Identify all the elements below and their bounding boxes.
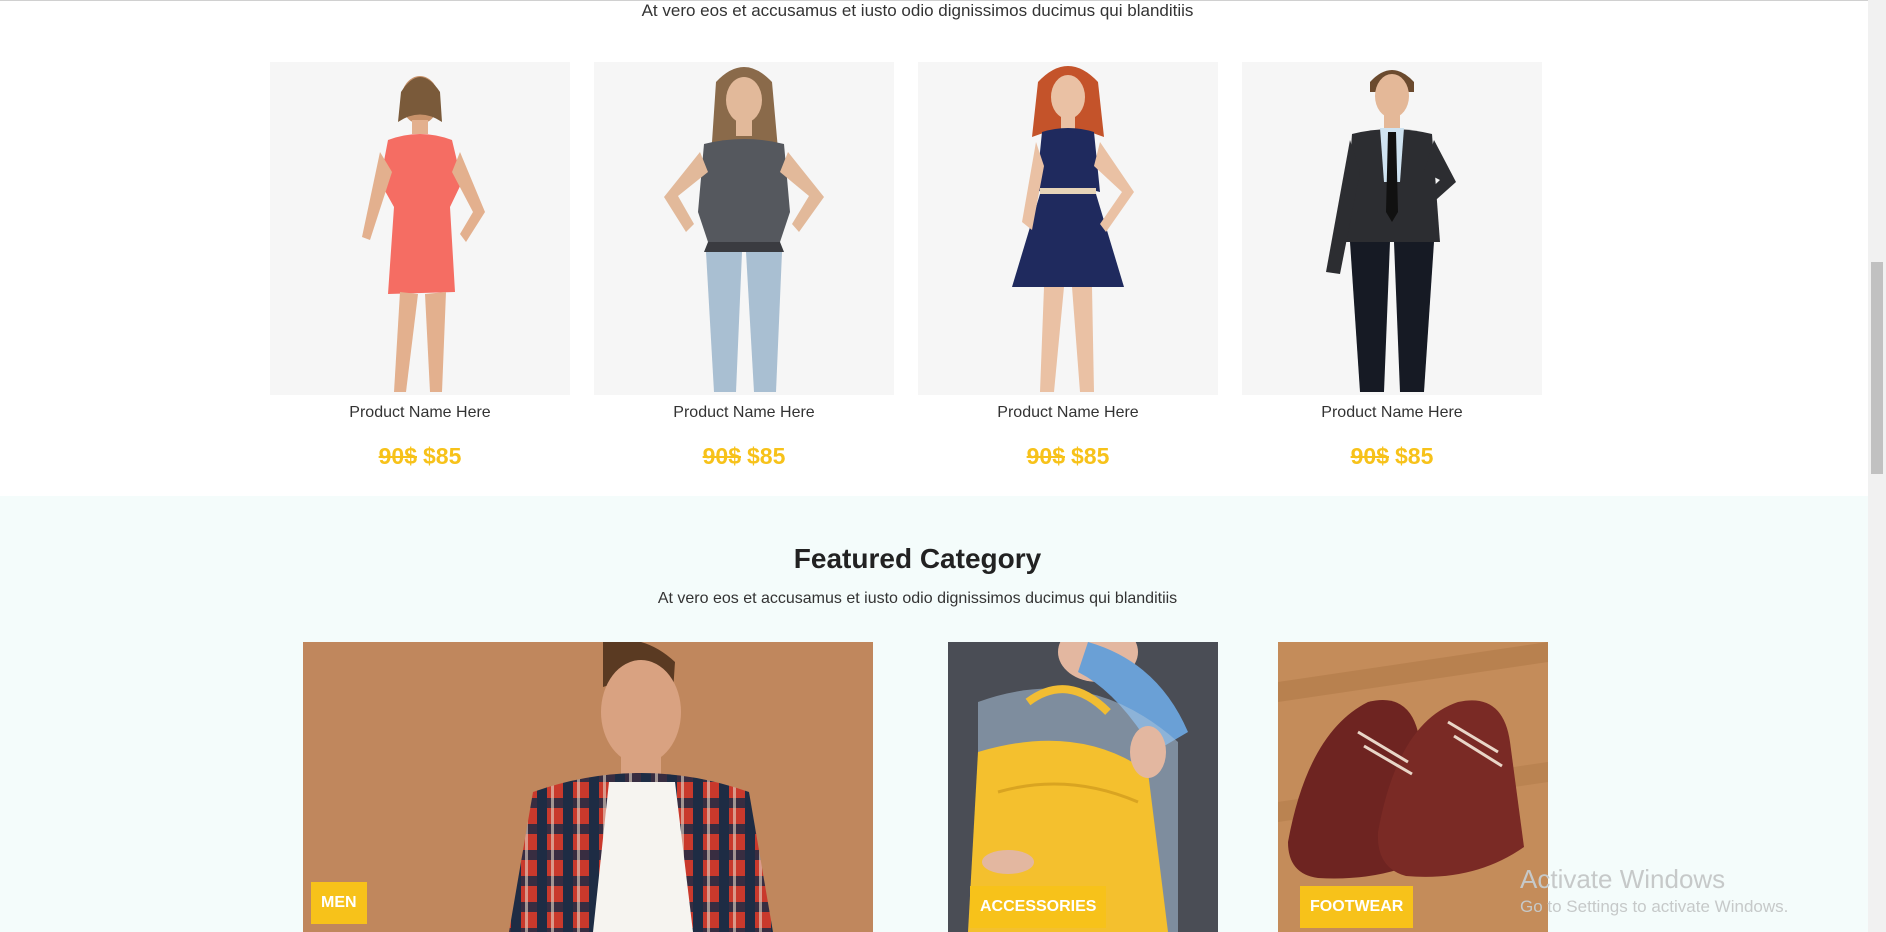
category-card-men[interactable]: MEN (303, 642, 873, 932)
product-price: 90$ $85 (1242, 442, 1542, 470)
category-label[interactable]: FOOTWEAR (1300, 886, 1414, 928)
category-label[interactable]: MEN (311, 882, 367, 924)
old-price: 90$ (1026, 443, 1065, 469)
product-card[interactable]: Product Name Here 90$ $85 (918, 62, 1218, 470)
product-card[interactable]: Product Name Here 90$ $85 (270, 62, 570, 470)
product-card[interactable]: Product Name Here 90$ $85 (1242, 62, 1542, 470)
product-price: 90$ $85 (918, 442, 1218, 470)
woman-navy-dress-image (1012, 66, 1134, 392)
product-image[interactable] (918, 62, 1218, 395)
product-image[interactable] (594, 62, 894, 395)
page-scrollbar[interactable] (1868, 0, 1886, 932)
old-price: 90$ (378, 443, 417, 469)
product-grid: Product Name Here 90$ $85 Product Name He… (270, 62, 1543, 492)
product-image[interactable] (1242, 62, 1542, 395)
man-black-suit-image (1326, 70, 1456, 392)
current-price: $85 (747, 443, 786, 469)
windows-activation-watermark: Activate Windows Go to Settings to activ… (1520, 866, 1788, 915)
watermark-line-2: Go to Settings to activate Windows. (1520, 897, 1789, 916)
woman-coral-dress-image (362, 76, 485, 392)
product-name[interactable]: Product Name Here (594, 399, 894, 427)
product-name[interactable]: Product Name Here (918, 399, 1218, 427)
product-name[interactable]: Product Name Here (270, 399, 570, 427)
section-subtitle: At vero eos et accusamus et iusto odio d… (641, 1, 1194, 20)
category-card-accessories[interactable]: ACCESSORIES (948, 642, 1218, 932)
product-price: 90$ $85 (594, 442, 894, 470)
scrollbar-thumb[interactable] (1871, 262, 1883, 474)
product-name[interactable]: Product Name Here (1242, 399, 1542, 427)
old-price: 90$ (702, 443, 741, 469)
section-subtitle: At vero eos et accusamus et iusto odio d… (657, 590, 1178, 607)
woman-top-jeans-image (664, 67, 824, 392)
category-label[interactable]: ACCESSORIES (970, 886, 1107, 928)
current-price: $85 (423, 443, 462, 469)
old-price: 90$ (1350, 443, 1389, 469)
watermark-line-1: Activate Windows (1520, 864, 1726, 894)
category-card-footwear[interactable]: FOOTWEAR (1278, 642, 1548, 932)
section-title: Featured Category (793, 543, 1042, 574)
product-card[interactable]: Product Name Here 90$ $85 (594, 62, 894, 470)
product-price: 90$ $85 (270, 442, 570, 470)
current-price: $85 (1071, 443, 1110, 469)
current-price: $85 (1395, 443, 1434, 469)
man-plaid-shirt-image (509, 642, 773, 932)
product-image[interactable] (270, 62, 570, 395)
